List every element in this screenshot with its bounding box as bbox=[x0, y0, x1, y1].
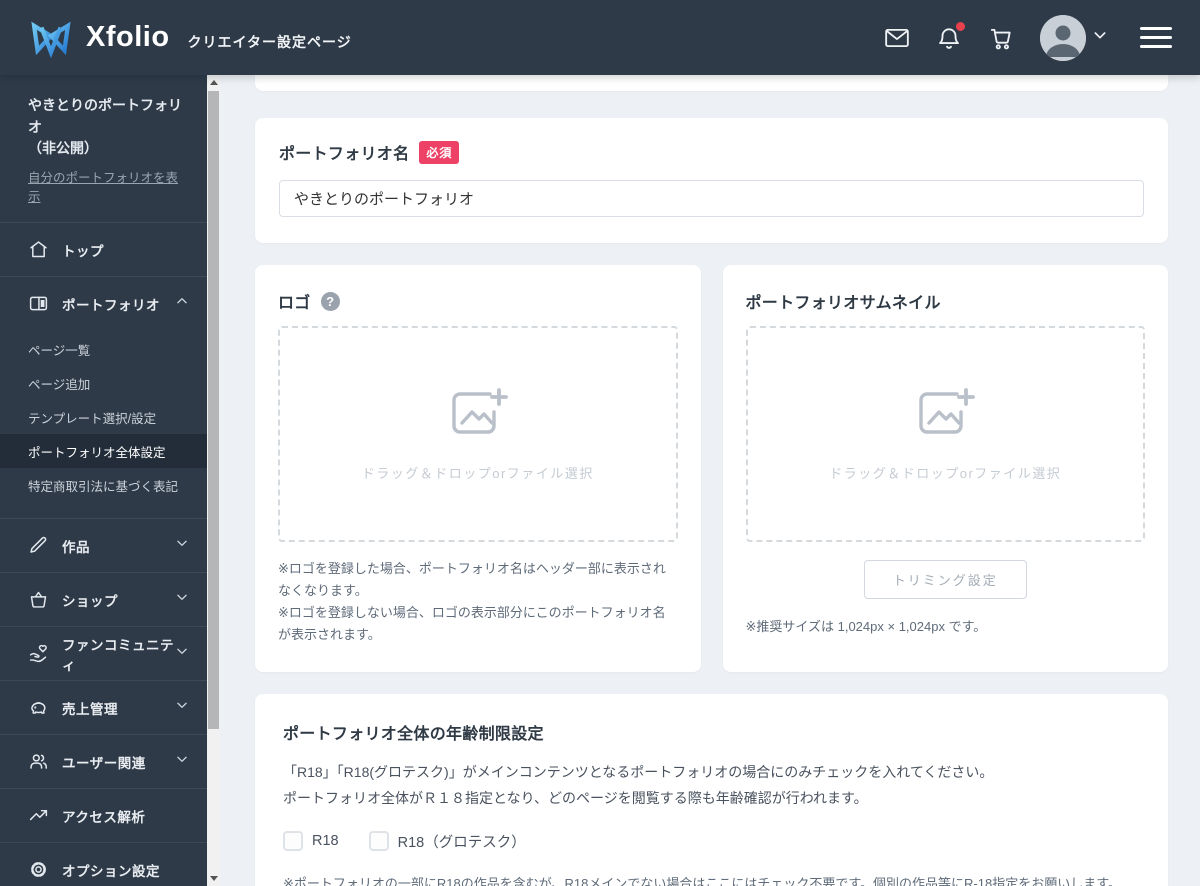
chevron-down-icon bbox=[175, 698, 189, 717]
bell-icon[interactable] bbox=[936, 21, 965, 51]
dropzone-text: ドラッグ＆ドロップorファイル選択 bbox=[361, 466, 594, 481]
hamburger-icon[interactable] bbox=[1140, 27, 1172, 48]
age-restriction-description: 「R18」「R18(グロテスク)」がメインコンテンツとなるポートフォリオの場合に… bbox=[283, 760, 1140, 810]
age-restriction-notes: ※ポートフォリオの一部にR18の作品を含むが、R18メインでない場合はここにはチ… bbox=[283, 872, 1140, 886]
sidebar-item-page-add[interactable]: ページ追加 bbox=[0, 366, 207, 400]
portfolio-name-card: ポートフォリオ名 必須 bbox=[255, 118, 1168, 243]
users-icon bbox=[28, 751, 49, 772]
sidebar-scrollbar[interactable] bbox=[207, 75, 220, 886]
portfolio-icon bbox=[28, 293, 49, 314]
page-subtitle: クリエイター設定ページ bbox=[187, 33, 352, 50]
sidebar: やきとりのポートフォリオ （非公開） 自分のポートフォリオを表示 トップ ポート… bbox=[0, 75, 207, 886]
portfolio-title: やきとりのポートフォリオ bbox=[28, 97, 182, 135]
main-content: ポートフォリオ名 必須 ロゴ ? bbox=[220, 75, 1200, 886]
notification-dot bbox=[956, 21, 965, 31]
age-restriction-title: ポートフォリオ全体の年齢制限設定 bbox=[283, 726, 544, 744]
logo-title: ロゴ bbox=[278, 295, 311, 312]
xfolio-logo-icon[interactable] bbox=[28, 18, 74, 58]
sidebar-item-works[interactable]: 作品 bbox=[0, 518, 207, 572]
thumbnail-card: ポートフォリオサムネイル ドラッグ＆ドロップorファイル選択 トリミング設定 ※… bbox=[722, 265, 1168, 673]
chevron-down-icon bbox=[175, 644, 189, 663]
mail-icon[interactable] bbox=[884, 25, 910, 51]
thumbnail-title: ポートフォリオサムネイル bbox=[745, 295, 941, 312]
required-badge: 必須 bbox=[419, 140, 460, 164]
logo-card: ロゴ ? ドラッグ＆ドロップorファイル選択 ※ロゴを登録した場合、ポートフォリ… bbox=[255, 265, 701, 673]
chevron-down-icon bbox=[175, 536, 189, 555]
sidebar-item-page-list[interactable]: ページ一覧 bbox=[0, 332, 207, 366]
thumbnail-size-note: ※推奨サイズは 1,024px × 1,024px です。 bbox=[745, 619, 987, 634]
portfolio-status: （非公開） bbox=[28, 140, 98, 157]
hand-heart-icon bbox=[28, 643, 49, 664]
logo-dropzone[interactable]: ドラッグ＆ドロップorファイル選択 bbox=[278, 326, 678, 542]
r18g-label: R18（グロテスク） bbox=[397, 834, 526, 851]
cart-icon[interactable] bbox=[988, 25, 1014, 51]
dropzone-text: ドラッグ＆ドロップorファイル選択 bbox=[829, 466, 1062, 481]
trimming-settings-button[interactable]: トリミング設定 bbox=[863, 560, 1027, 599]
pencil-icon bbox=[28, 535, 49, 556]
chevron-up-icon bbox=[175, 294, 189, 313]
thumbnail-dropzone[interactable]: ドラッグ＆ドロップorファイル選択 bbox=[745, 326, 1145, 542]
age-desc-line-2: ポートフォリオ全体がＲ１８指定となり、どのページを閲覧する際も年齢確認が行われま… bbox=[283, 789, 868, 806]
sidebar-item-portfolio-settings[interactable]: ポートフォリオ全体設定 bbox=[0, 434, 207, 469]
piggy-bank-icon bbox=[28, 697, 49, 718]
image-add-icon bbox=[913, 386, 977, 449]
home-icon bbox=[28, 239, 49, 260]
previous-card-edge bbox=[255, 75, 1168, 91]
sidebar-item-options[interactable]: オプション設定 bbox=[0, 842, 207, 886]
sidebar-item-template[interactable]: テンプレート選択/設定 bbox=[0, 400, 207, 434]
image-add-icon bbox=[446, 386, 510, 449]
view-portfolio-link[interactable]: 自分のポートフォリオを表示 bbox=[28, 167, 187, 205]
sidebar-item-shop[interactable]: ショップ bbox=[0, 572, 207, 626]
sidebar-item-sales[interactable]: 売上管理 bbox=[0, 680, 207, 734]
r18-checkbox-group[interactable]: R18 bbox=[283, 831, 339, 852]
brand-name[interactable]: Xfolio bbox=[86, 21, 170, 54]
account-menu[interactable] bbox=[1040, 14, 1108, 61]
age-checkbox-row: R18 R18（グロテスク） bbox=[283, 831, 1140, 852]
avatar[interactable] bbox=[1040, 14, 1086, 61]
sidebar-item-fan-community[interactable]: ファンコミュニティ bbox=[0, 626, 207, 680]
scrollbar-up-button[interactable] bbox=[207, 75, 220, 90]
chevron-down-icon bbox=[175, 590, 189, 609]
trending-up-icon bbox=[28, 805, 49, 826]
r18-label: R18 bbox=[312, 833, 339, 850]
age-desc-line-1: 「R18」「R18(グロテスク)」がメインコンテンツとなるポートフォリオの場合に… bbox=[283, 764, 994, 781]
scrollbar-thumb[interactable] bbox=[208, 91, 219, 729]
logo-note-1: ※ロゴを登録した場合、ポートフォリオ名はヘッダー部に表示されなくなります。 bbox=[278, 561, 666, 599]
gear-icon bbox=[28, 859, 49, 880]
chevron-down-icon bbox=[175, 752, 189, 771]
r18g-checkbox[interactable] bbox=[368, 831, 389, 852]
r18-checkbox[interactable] bbox=[283, 831, 303, 852]
sidebar-item-portfolio[interactable]: ポートフォリオ bbox=[0, 276, 207, 330]
scrollbar-down-button[interactable] bbox=[207, 871, 220, 886]
sidebar-item-commercial-law[interactable]: 特定商取引法に基づく表記 bbox=[0, 468, 207, 502]
sidebar-portfolio-block: やきとりのポートフォリオ （非公開） 自分のポートフォリオを表示 bbox=[0, 75, 207, 222]
help-icon[interactable]: ? bbox=[320, 291, 340, 311]
shop-basket-icon bbox=[28, 589, 49, 610]
portfolio-sub-menu: ページ一覧 ページ追加 テンプレート選択/設定 ポートフォリオ全体設定 特定商取… bbox=[0, 330, 207, 518]
chevron-down-icon[interactable] bbox=[1092, 27, 1108, 48]
app-header: Xfolio クリエイター設定ページ bbox=[0, 0, 1200, 75]
logo-notes: ※ロゴを登録した場合、ポートフォリオ名はヘッダー部に表示されなくなります。 ※ロ… bbox=[278, 558, 678, 646]
portfolio-name-input[interactable] bbox=[279, 180, 1144, 217]
logo-note-2: ※ロゴを登録しない場合、ロゴの表示部分にこのポートフォリオ名が表示されます。 bbox=[278, 605, 666, 643]
sidebar-item-top[interactable]: トップ bbox=[0, 222, 207, 276]
age-restriction-card: ポートフォリオ全体の年齢制限設定 「R18」「R18(グロテスク)」がメインコン… bbox=[255, 694, 1168, 886]
r18g-checkbox-group[interactable]: R18（グロテスク） bbox=[368, 831, 526, 852]
sidebar-item-users[interactable]: ユーザー関連 bbox=[0, 734, 207, 788]
header-actions bbox=[884, 14, 1172, 61]
sidebar-item-analytics[interactable]: アクセス解析 bbox=[0, 788, 207, 842]
portfolio-name-title: ポートフォリオ名 bbox=[279, 146, 410, 163]
age-note-1: ※ポートフォリオの一部にR18の作品を含むが、R18メインでない場合はここにはチ… bbox=[283, 875, 1121, 886]
